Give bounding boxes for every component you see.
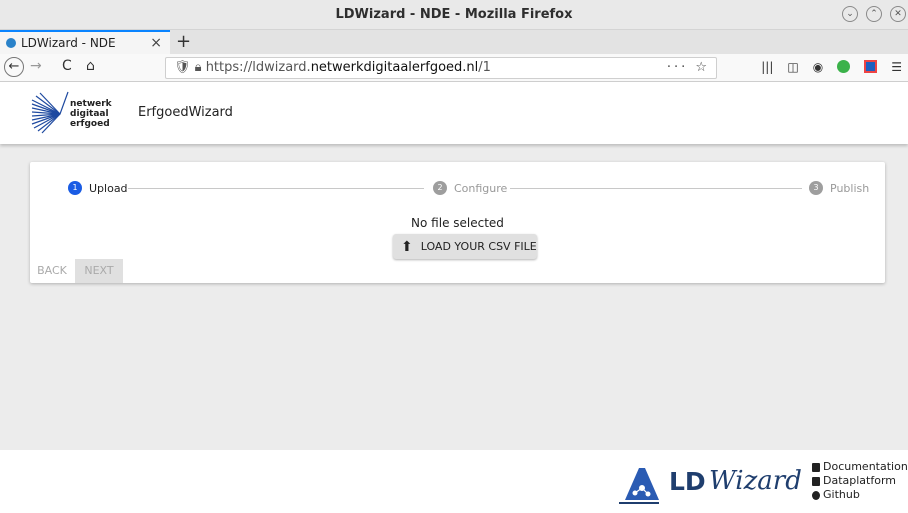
ldwizard-logo-ld: LD <box>669 467 706 496</box>
wizard-card: 1 Upload 2 Configure 3 Publish No file s… <box>30 162 885 283</box>
step-number: 1 <box>68 181 82 195</box>
step-label: Publish <box>830 181 870 195</box>
step-number: 2 <box>433 181 447 195</box>
tab-ldwizard[interactable]: LDWizard - NDE × <box>0 30 170 54</box>
step-number: 3 <box>809 181 823 195</box>
account-icon[interactable]: ◉ <box>813 60 823 74</box>
url-domain: netwerkdigitaalerfgoed.nl <box>310 60 479 75</box>
nde-sunburst-icon <box>31 91 69 134</box>
url-suffix: /1 <box>478 60 491 75</box>
load-csv-label: LOAD YOUR CSV FILE <box>420 240 537 253</box>
new-tab-button[interactable]: + <box>176 31 191 52</box>
app-name[interactable]: ErfgoedWizard <box>138 105 233 120</box>
step-connector <box>510 188 802 189</box>
maximize-button[interactable]: ⌃ <box>866 6 882 22</box>
library-icon[interactable]: ||| <box>761 60 773 74</box>
extension-box-icon[interactable] <box>864 60 878 73</box>
menu-icon[interactable]: ☰ <box>891 60 902 74</box>
load-csv-button[interactable]: ⬆︎ LOAD YOUR CSV FILE <box>393 234 537 259</box>
forward-button[interactable]: → <box>30 58 42 74</box>
step-upload[interactable]: 1 Upload <box>68 181 128 195</box>
upload-status: No file selected <box>411 216 504 230</box>
tab-close-icon[interactable]: × <box>150 35 162 51</box>
ldwizard-flask-icon <box>619 468 659 504</box>
step-configure[interactable]: 2 Configure <box>433 181 507 195</box>
dataplatform-link[interactable]: Dataplatform <box>812 474 908 488</box>
toolbar-right: ||| ◫ ◉ ☰ <box>761 60 902 74</box>
url-prefix: https://ldwizard. <box>205 60 311 75</box>
step-label: Configure <box>454 181 508 195</box>
close-window-button[interactable]: ✕ <box>890 6 906 22</box>
database-icon <box>812 476 820 486</box>
sidebar-icon[interactable]: ◫ <box>787 60 798 74</box>
footer-links: Documentation Dataplatform Github <box>812 460 908 502</box>
ldwizard-logo[interactable]: LD Wizard <box>617 462 802 506</box>
nde-logo[interactable]: netwerk digitaal erfgoed <box>30 90 112 134</box>
app-footer: LD Wizard Documentation Dataplatform Git… <box>0 450 908 513</box>
tab-bar: LDWizard - NDE × + <box>0 30 908 54</box>
shield-icon: 🛡︎ 🔒︎ <box>174 60 206 75</box>
window-controls: ⌄ ⌃ ✕ <box>842 6 906 22</box>
step-label: Upload <box>89 181 128 195</box>
next-step-button[interactable]: NEXT <box>75 259 123 283</box>
ldwizard-logo-wizard: Wizard <box>709 466 802 496</box>
step-publish[interactable]: 3 Publish <box>809 181 869 195</box>
home-button[interactable]: ⌂ <box>86 58 95 74</box>
tab-label: LDWizard - NDE <box>21 36 116 50</box>
extension-green-icon[interactable] <box>837 60 851 73</box>
window-title: LDWizard - NDE - Mozilla Firefox <box>335 7 573 22</box>
book-icon <box>812 462 820 472</box>
page-actions-icon[interactable]: ··· ☆ <box>667 58 710 78</box>
github-icon <box>812 490 820 500</box>
back-step-button[interactable]: BACK <box>30 259 74 283</box>
upload-icon: ⬆︎ <box>401 238 413 255</box>
github-link[interactable]: Github <box>812 488 908 502</box>
step-connector <box>128 188 424 189</box>
documentation-link[interactable]: Documentation <box>812 460 908 474</box>
window-titlebar: LDWizard - NDE - Mozilla Firefox ⌄ ⌃ ✕ <box>0 0 908 30</box>
url-bar[interactable]: 🛡︎ 🔒︎ https://ldwizard.netwerkdigitaaler… <box>165 57 717 79</box>
reload-button[interactable]: C <box>62 58 72 74</box>
nde-logo-text: netwerk digitaal erfgoed <box>70 99 112 129</box>
favicon-icon <box>6 38 16 48</box>
back-button[interactable]: ← <box>4 57 24 77</box>
app-header: netwerk digitaal erfgoed ErfgoedWizard <box>0 82 908 144</box>
minimize-button[interactable]: ⌄ <box>842 6 858 22</box>
navigation-toolbar: ← → C ⌂ 🛡︎ 🔒︎ https://ldwizard.netwerkdi… <box>0 54 908 82</box>
